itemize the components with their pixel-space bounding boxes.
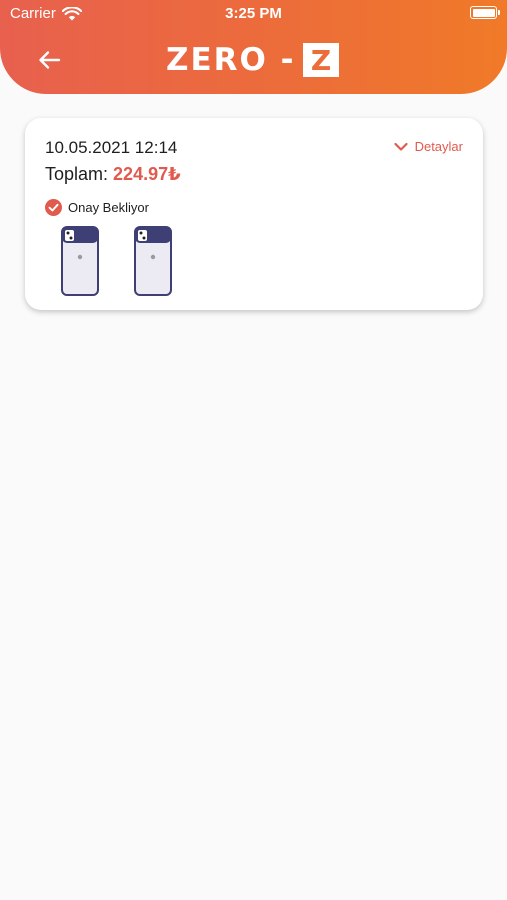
logo-text: ZERO -	[166, 42, 296, 78]
order-total: Toplam: 224.97₺	[45, 164, 181, 185]
order-status: Onay Bekliyor	[45, 199, 149, 216]
details-button[interactable]: Detaylar	[393, 139, 463, 154]
order-date: 10.05.2021 12:14	[45, 138, 178, 157]
details-label: Detaylar	[414, 139, 463, 154]
status-bar: Carrier 3:25 PM	[0, 0, 507, 28]
back-button[interactable]	[36, 46, 64, 74]
chevron-down-icon	[393, 142, 408, 151]
battery-icon	[470, 6, 500, 19]
order-card[interactable]: 10.05.2021 12:14 Detaylar Toplam: 224.97…	[25, 118, 483, 310]
product-thumbnail-phone-case[interactable]	[61, 226, 99, 296]
brand-logo: ZERO - Z	[166, 42, 340, 78]
product-thumbnail-phone-case[interactable]	[134, 226, 172, 296]
status-label: Onay Bekliyor	[68, 200, 149, 215]
status-time: 3:25 PM	[225, 5, 282, 22]
logo-mark: Z	[302, 43, 339, 77]
total-value: 224.97₺	[113, 164, 181, 184]
logo-mark-letter: Z	[310, 44, 330, 77]
app-header: Carrier 3:25 PM ZERO - Z	[0, 0, 507, 94]
arrow-left-icon	[39, 51, 61, 69]
total-label: Toplam:	[45, 164, 109, 184]
check-circle-icon	[45, 199, 62, 216]
